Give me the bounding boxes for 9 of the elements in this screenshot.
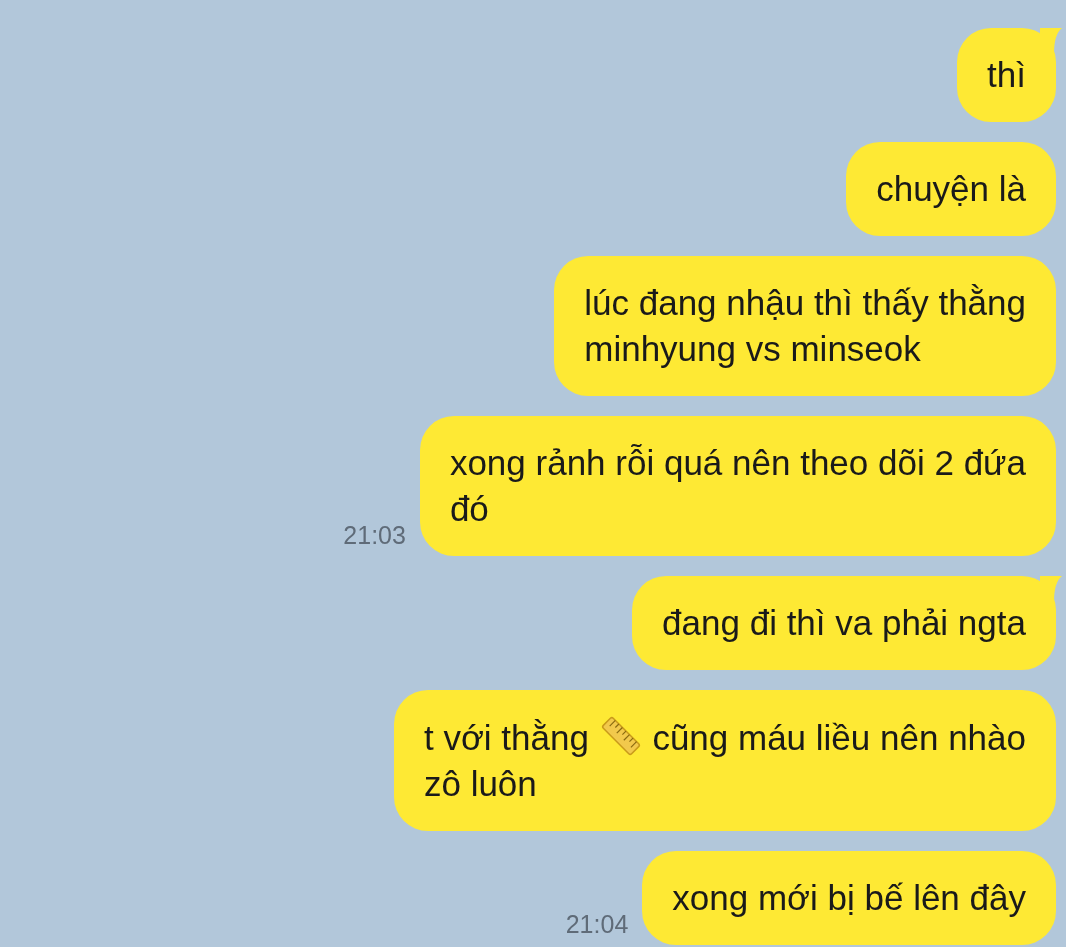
message-text: lúc đang nhậu thì thấy thằng minhyung vs minseok <box>584 282 1026 370</box>
message-text: xong rảnh rỗi quá nên theo dõi 2 đứa đó <box>449 442 1026 530</box>
message-text: chuyện là <box>876 168 1026 210</box>
message-text: t với thằng cũng máu liều nên nhào zô luôn <box>423 714 1026 807</box>
message-text: xong mới bị bế lên đây <box>672 877 1026 919</box>
message-time: 21:03 <box>343 519 406 551</box>
message-text: thì <box>987 54 1026 96</box>
message-text: đang đi thì va phải ngta <box>662 602 1026 644</box>
message-time: 21:04 <box>565 908 629 940</box>
